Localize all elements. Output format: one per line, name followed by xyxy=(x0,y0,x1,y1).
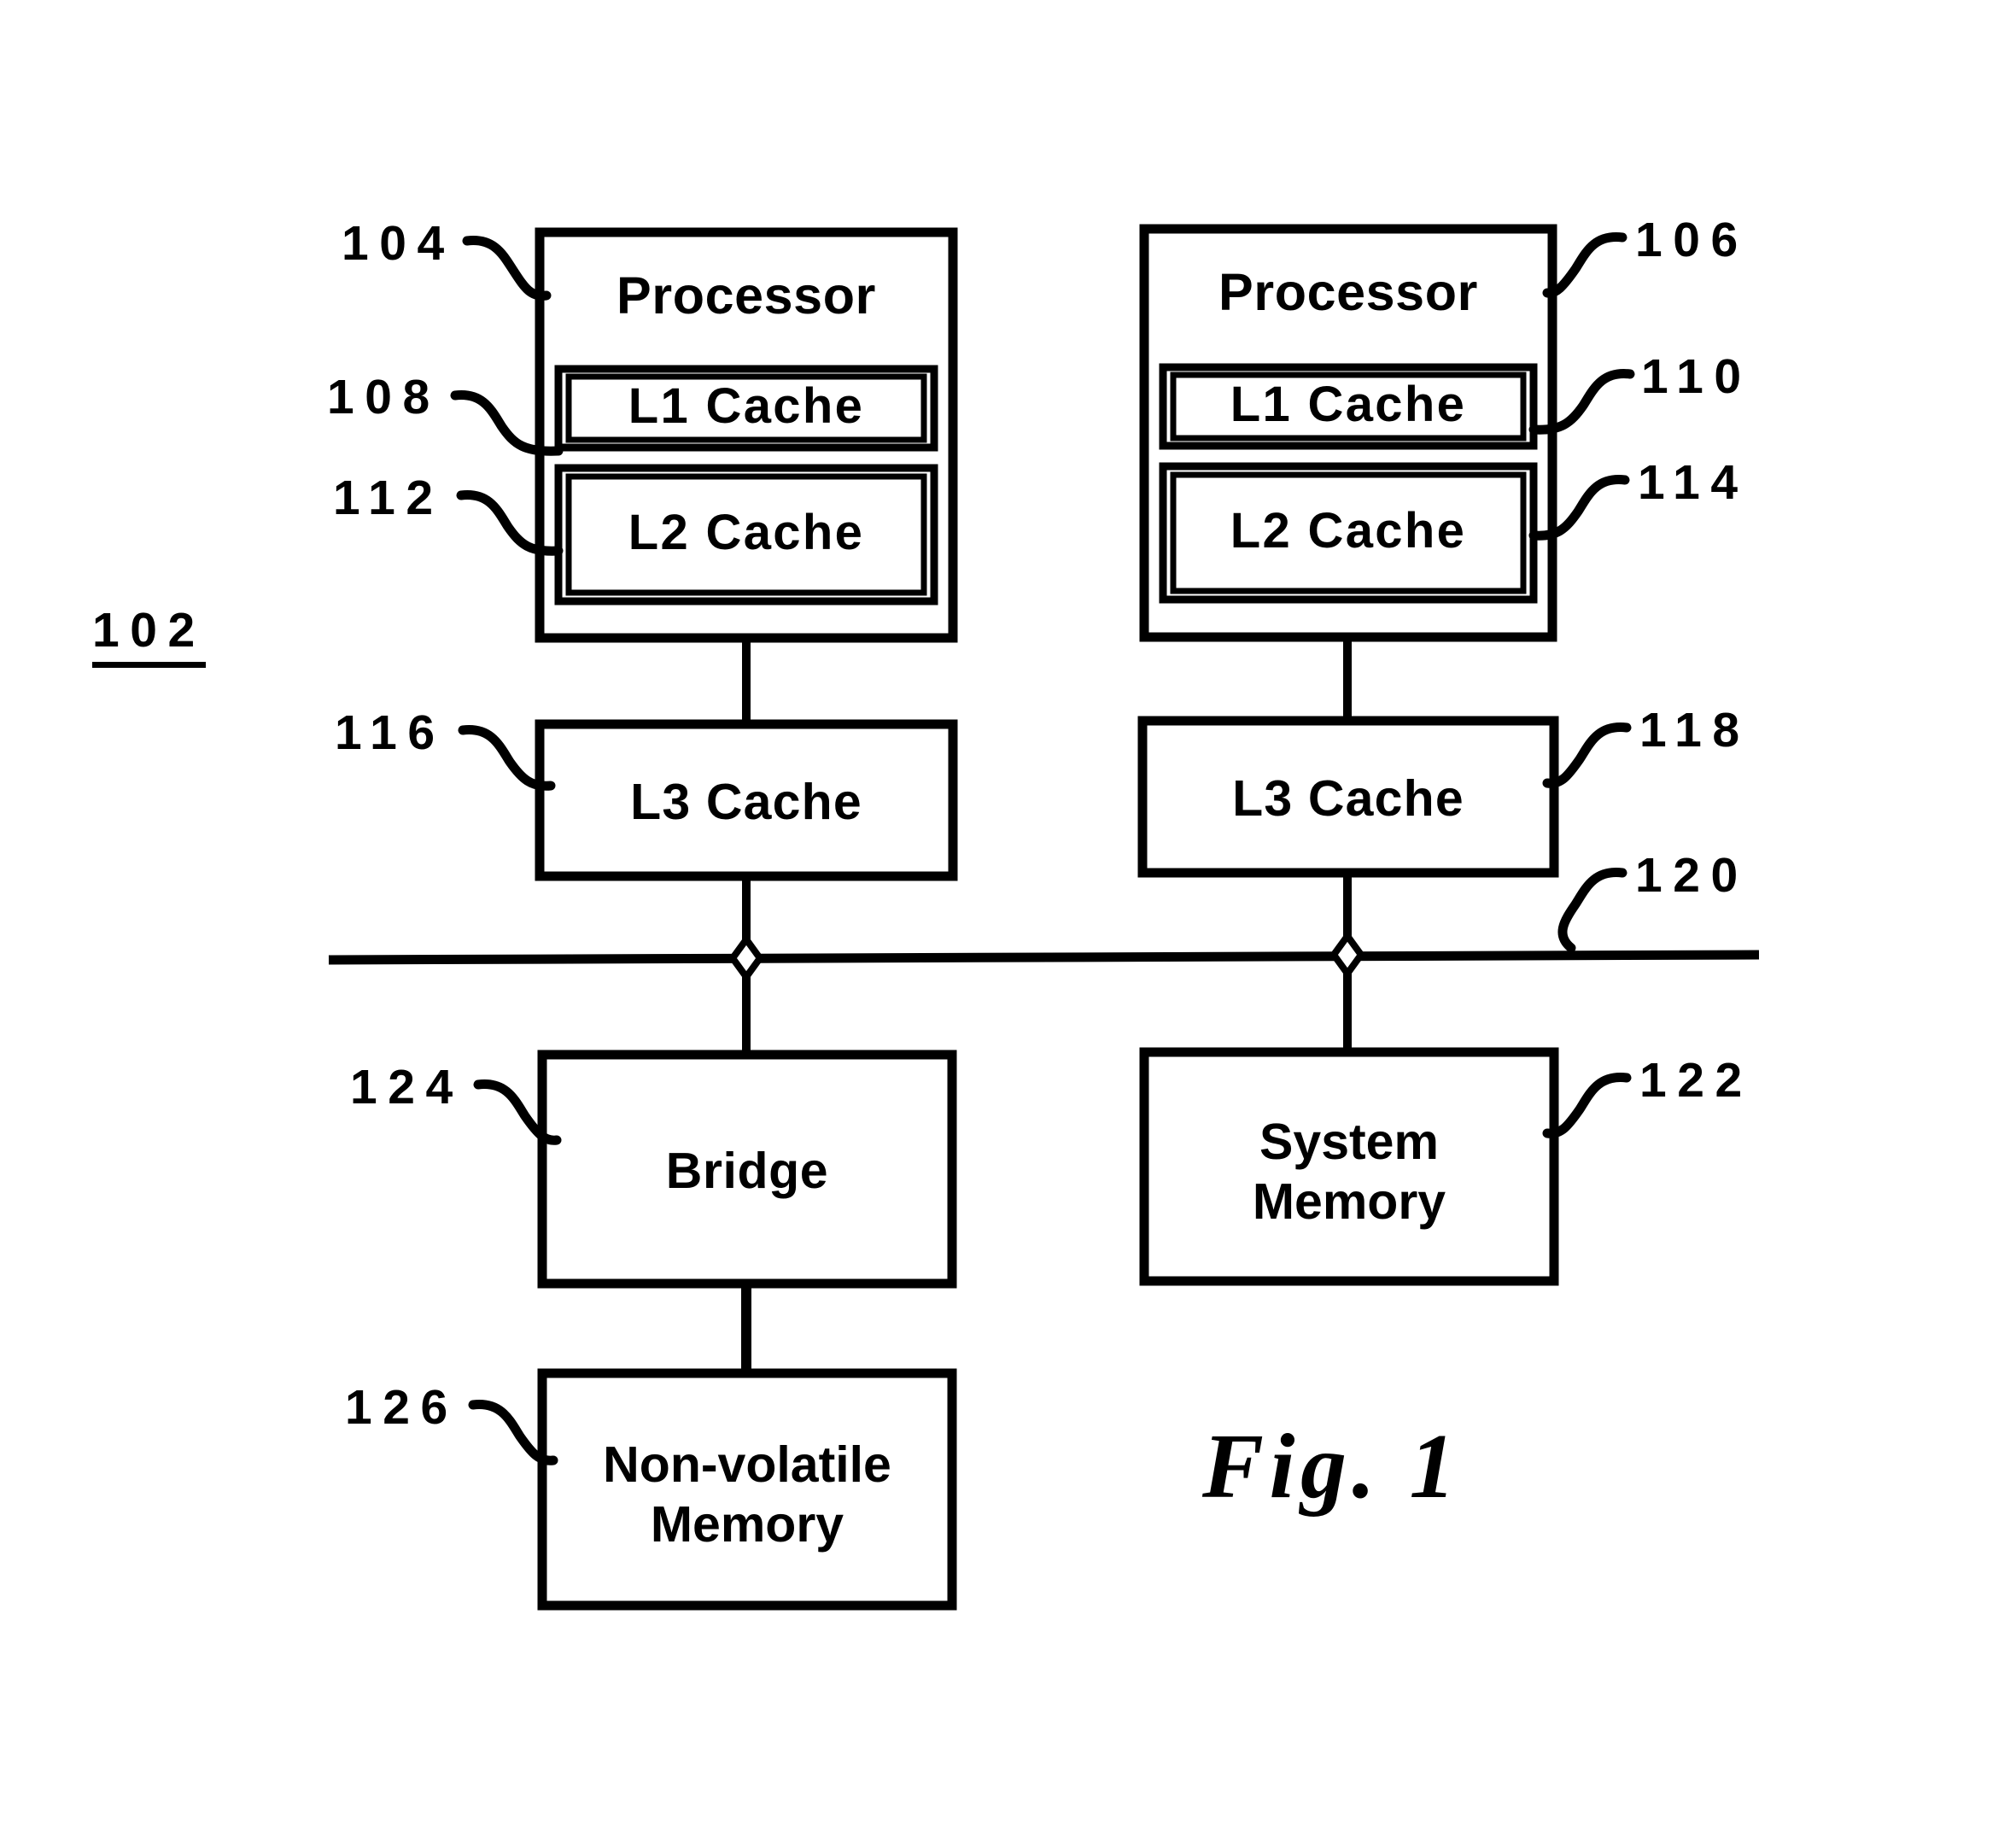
l2-cache-right-label: L2 Cache xyxy=(1230,503,1467,559)
ref-numeral-108: 108 xyxy=(327,370,441,424)
leader-line-106 xyxy=(1542,232,1627,298)
bridge-label: Bridge xyxy=(665,1143,829,1199)
ref-numeral-104: 104 xyxy=(342,216,455,271)
system-bus-line xyxy=(328,950,1760,965)
ref-numeral-120: 120 xyxy=(1635,848,1749,903)
ref-numeral-126: 126 xyxy=(345,1380,459,1435)
leader-line-120 xyxy=(1557,868,1627,953)
l3-cache-right-label: L3 Cache xyxy=(1232,770,1464,827)
ref-numeral-112: 112 xyxy=(333,471,444,525)
system-memory-label-line2: Memory xyxy=(1252,1173,1446,1230)
leader-line-118 xyxy=(1542,722,1632,788)
ref-numeral-114: 114 xyxy=(1638,455,1749,510)
nonvolatile-memory-label-line1: Non-volatile xyxy=(603,1436,891,1493)
system-memory-label-line1: System xyxy=(1259,1114,1439,1170)
leader-line-122 xyxy=(1542,1073,1632,1138)
ref-numeral-124: 124 xyxy=(350,1060,464,1114)
ref-numeral-106: 106 xyxy=(1635,213,1749,267)
ref-numeral-122: 122 xyxy=(1639,1053,1753,1108)
l1-cache-right-label: L1 Cache xyxy=(1230,377,1467,432)
ref-numeral-110: 110 xyxy=(1641,349,1752,404)
l3-cache-left-label: L3 Cache xyxy=(630,774,862,830)
leader-line-104 xyxy=(462,236,552,301)
figure-line-art xyxy=(328,224,1760,1611)
processor-right-label: Processor xyxy=(1218,263,1478,321)
ref-numeral-116: 116 xyxy=(335,705,446,760)
patent-figure: 104 108 112 102 116 124 126 106 110 114 … xyxy=(0,0,2016,1825)
ref-numeral-102: 102 xyxy=(92,602,206,668)
bus-junction-left-diamond xyxy=(728,933,764,983)
l2-cache-left-label: L2 Cache xyxy=(628,505,865,560)
ref-numeral-118: 118 xyxy=(1639,703,1750,757)
processor-left-label: Processor xyxy=(616,266,876,325)
figure-caption: Fig. 1 xyxy=(1202,1416,1461,1518)
nonvolatile-memory-label-line2: Memory xyxy=(650,1496,844,1553)
l1-cache-left-label: L1 Cache xyxy=(628,378,865,434)
bus-junction-right-diamond xyxy=(1329,930,1365,980)
